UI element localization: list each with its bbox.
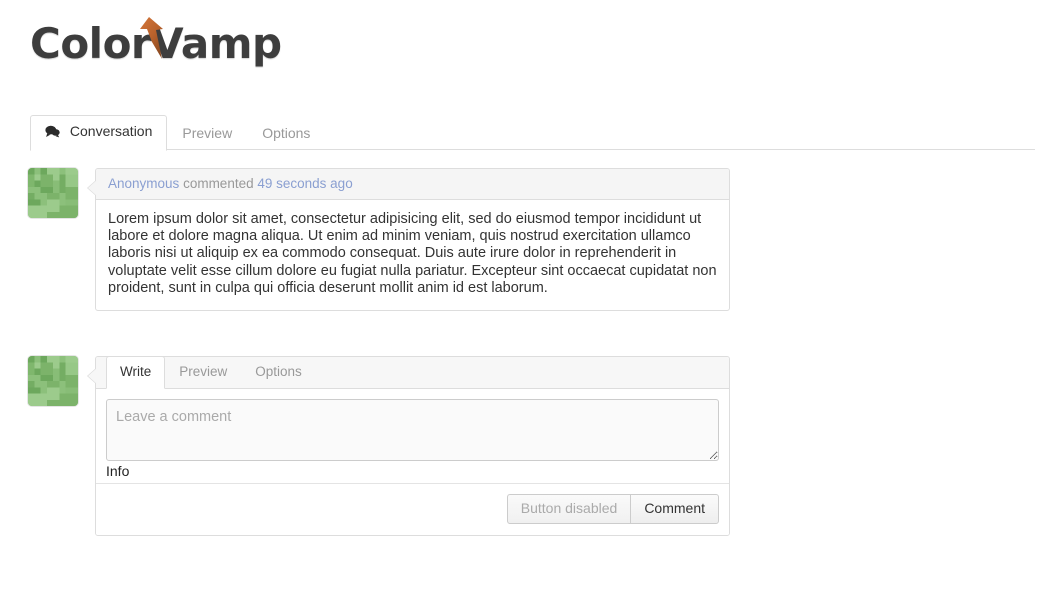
info-label: Info — [106, 461, 719, 483]
comment-form-body: Info — [96, 389, 729, 483]
comment-item: Anonymous commented 49 seconds ago Lorem… — [28, 168, 730, 312]
disabled-button: Button disabled — [506, 494, 631, 524]
form-tab-options[interactable]: Options — [241, 356, 316, 388]
avatar[interactable] — [28, 168, 78, 218]
avatar[interactable] — [28, 356, 78, 406]
comment-author-link[interactable]: Anonymous — [108, 176, 179, 191]
comment-form-box: Write Preview Options Info Button disabl… — [87, 356, 730, 536]
logo-text-right: Vamp — [151, 18, 282, 68]
comment-header: Anonymous commented 49 seconds ago — [96, 169, 729, 200]
tab-preview-label: Preview — [182, 125, 233, 141]
tab-options-label: Options — [262, 125, 311, 141]
form-tab-preview-label: Preview — [179, 364, 228, 379]
logo-text-left: Color — [30, 18, 152, 68]
comment-body: Lorem ipsum dolor sit amet, consectetur … — [108, 211, 717, 296]
form-tab-write[interactable]: Write — [106, 356, 166, 389]
form-tab-preview[interactable]: Preview — [165, 356, 241, 388]
comment-bubble-icon — [45, 125, 60, 142]
tab-options[interactable]: Options — [247, 117, 325, 150]
comment-form-footer: Button disabled Comment — [96, 483, 729, 535]
comment-form-tab-bar: Write Preview Options — [96, 356, 729, 389]
tab-preview[interactable]: Preview — [167, 117, 247, 150]
comment-action-label: commented — [183, 176, 254, 191]
comment-bubble: Anonymous commented 49 seconds ago Lorem… — [87, 168, 730, 312]
comment-button-group: Button disabled Comment — [506, 494, 719, 524]
main-tab-bar: Conversation Preview Options — [30, 115, 1035, 151]
site-logo[interactable]: ColorVamp — [30, 14, 282, 72]
tab-conversation[interactable]: Conversation — [30, 115, 168, 151]
form-tab-options-label: Options — [255, 364, 302, 379]
comment-input[interactable] — [106, 399, 719, 461]
comment-timestamp-link[interactable]: 49 seconds ago — [257, 176, 352, 191]
form-tab-write-label: Write — [120, 364, 152, 379]
logo-text: ColorVamp — [30, 16, 282, 68]
tab-conversation-label: Conversation — [69, 123, 153, 139]
comment-submit-button[interactable]: Comment — [630, 494, 719, 524]
comment-form: Write Preview Options Info Button disabl… — [28, 356, 730, 536]
